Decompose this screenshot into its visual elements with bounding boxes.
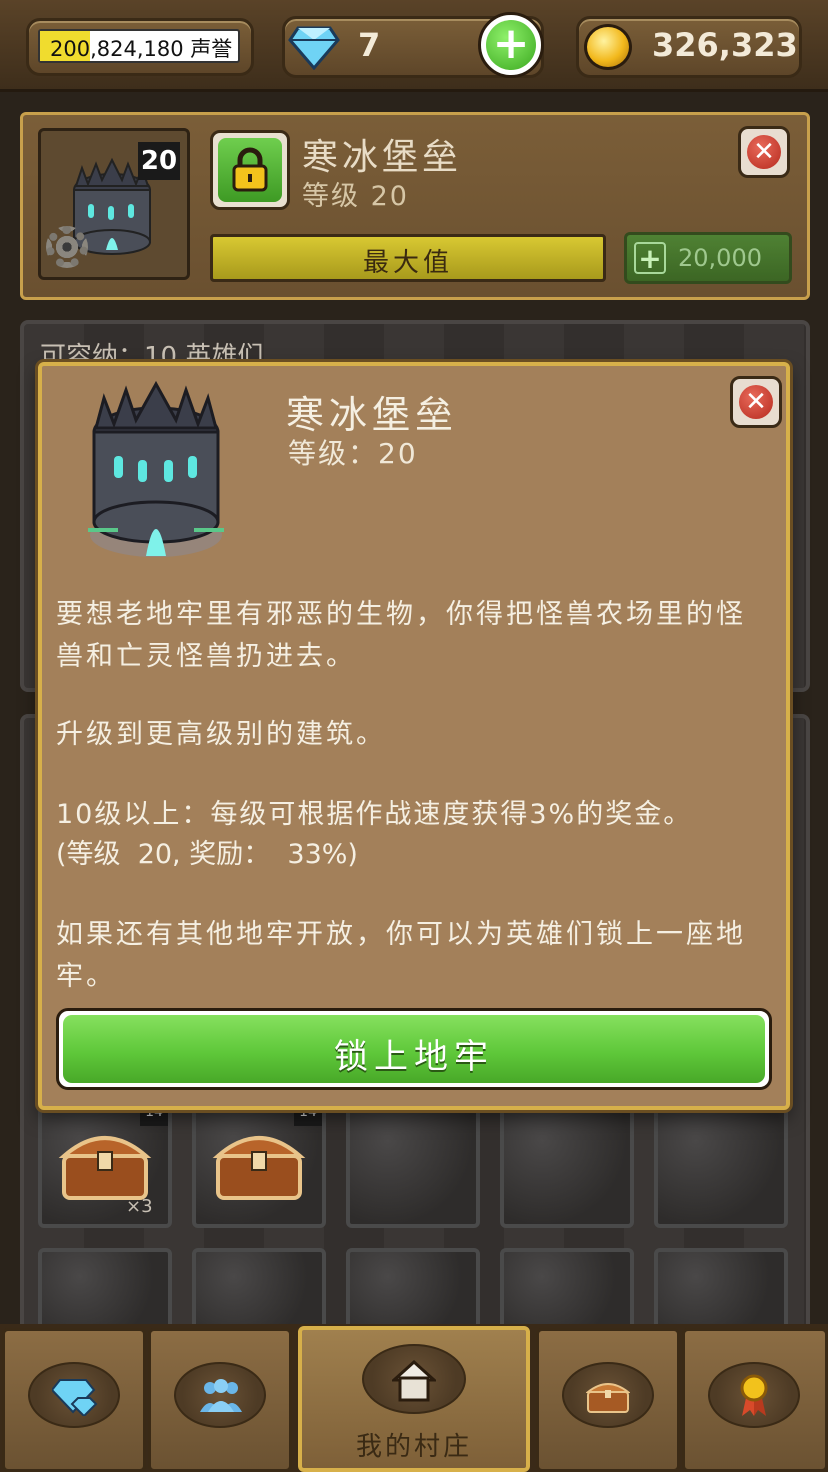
plus-icon: + [634,242,666,274]
modal-title: 寒冰堡垒 [286,393,459,437]
lock-button[interactable] [210,130,290,210]
bonus-rule-text: 10级以上：每级可根据作战速度获得3%的奖金。 [56,799,693,830]
reputation-text: 200,824,180 声誉 [50,37,233,61]
diamond-icon [288,22,340,71]
chest-icon[interactable] [212,1126,306,1202]
heroes-icon [198,1378,244,1414]
progress-label: 最大值 [362,248,453,278]
bonus-value-text: (等级 20, 奖励： 33%) [56,839,358,870]
house-icon [390,1359,438,1402]
lock-dungeon-label: 锁上地牢 [334,1037,494,1077]
gear-icon[interactable] [46,226,88,268]
level-badge: 20 [138,142,180,180]
building-name: 寒冰堡垒 [302,137,463,178]
tab-my-village-label: 我的村庄 [355,1432,472,1462]
building-level: 等级 20 [302,181,409,212]
upgrade-cost: 20,000 [678,244,762,272]
gold-count: 326,323 [652,26,798,64]
plus-icon: + [486,20,536,70]
description-paragraph: 升级到更高级别的建筑。 [56,719,386,750]
modal-level: 等级：20 [288,437,418,470]
fortress-icon [76,380,236,570]
inventory-slot[interactable] [346,1100,480,1228]
inventory-slot[interactable] [500,1100,634,1228]
inventory-slot[interactable] [654,1100,788,1228]
chest-icon [585,1378,631,1414]
diamond-icon [50,1376,98,1418]
description-paragraph: 如果还有其他地牢开放，你可以为英雄们锁上一座地牢。 [56,919,746,992]
add-gems-button[interactable]: + [478,12,544,78]
gems-count: 7 [358,26,381,64]
chest-icon[interactable] [58,1126,152,1202]
medal-icon [736,1374,772,1418]
close-modal-button[interactable]: ✕ [730,376,782,428]
close-card-button[interactable]: ✕ [738,126,790,178]
lock-icon [218,138,282,202]
description-paragraph: 要想老地牢里有邪恶的生物，你得把怪兽农场里的怪兽和亡灵怪兽扔进去。 [56,599,746,672]
chest-count: ×3 [126,1196,153,1217]
gold-coin-icon [584,24,632,70]
lock-dungeon-button[interactable]: 锁上地牢 [56,1008,772,1090]
